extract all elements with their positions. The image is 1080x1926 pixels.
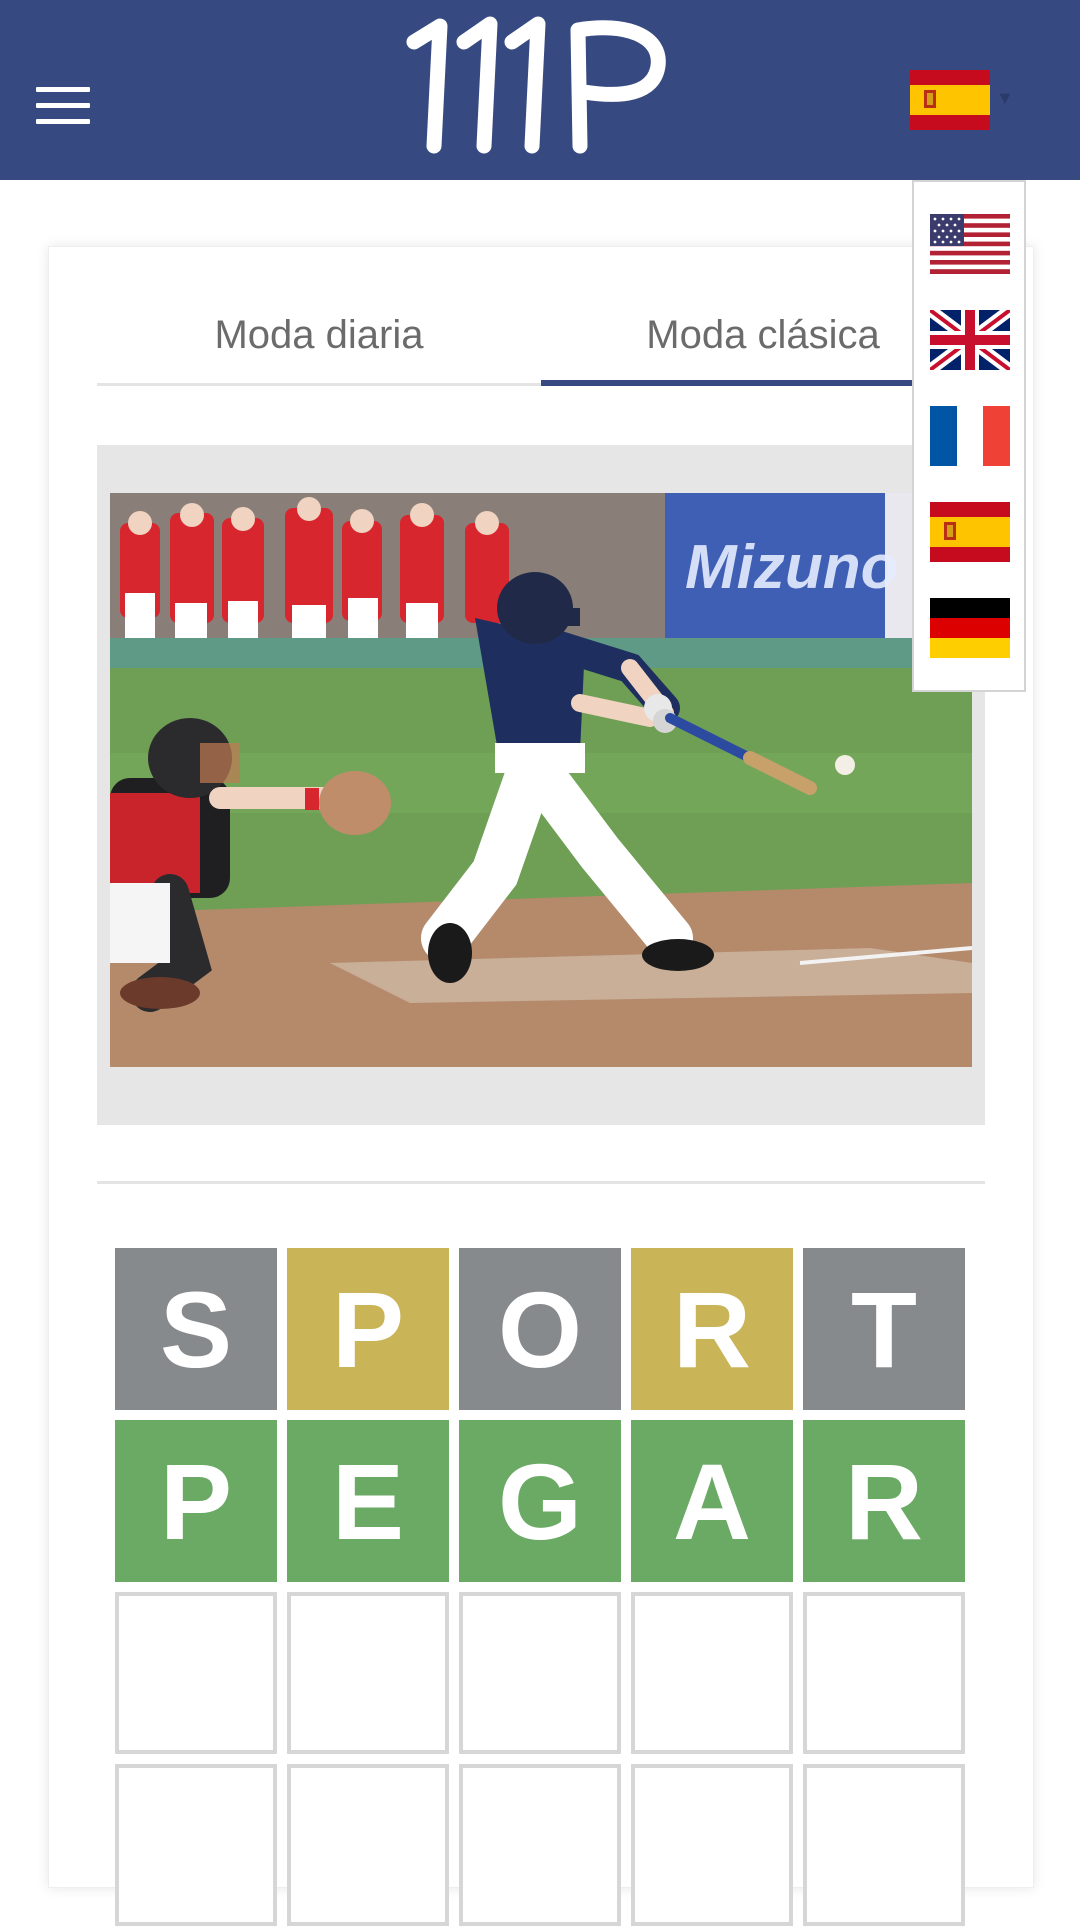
grid-row [115,1764,975,1926]
clue-image-panel: Mizuno [97,445,985,1125]
grid-row: S P O R T [115,1248,975,1410]
tab-daily-mode[interactable]: Moda diaria [97,287,541,383]
grid-row: P E G A R [115,1420,975,1582]
game-card: Moda diaria Moda clásica Mizuno S P O R … [48,246,1034,1926]
empty-tile [287,1764,449,1926]
language-dropdown-menu [912,180,1026,692]
empty-tile [803,1764,965,1926]
germany-flag-icon[interactable] [930,598,1010,658]
baseball-batter-photo: Mizuno [110,493,972,1067]
caret-down-icon: ▼ [996,88,1014,108]
france-flag-icon[interactable] [930,406,1010,466]
language-selector[interactable]: ▼ [910,70,1015,132]
letter-tile: R [631,1248,793,1410]
letter-tile: P [115,1420,277,1582]
letter-tile: S [115,1248,277,1410]
empty-tile [115,1592,277,1754]
section-divider [97,1181,985,1184]
grid-row [115,1592,975,1754]
letter-tile: E [287,1420,449,1582]
empty-tile [287,1592,449,1754]
letter-tile: R [803,1420,965,1582]
mode-tabs: Moda diaria Moda clásica [97,287,985,386]
letter-tile: O [459,1248,621,1410]
empty-tile [631,1764,793,1926]
app-header: ▼ [0,0,1080,180]
letter-tile: A [631,1420,793,1582]
app-logo[interactable] [400,14,680,164]
empty-tile [115,1764,277,1926]
empty-tile [459,1592,621,1754]
letter-tile: P [287,1248,449,1410]
letter-tile: G [459,1420,621,1582]
svg-text:Mizuno: Mizuno [685,533,899,602]
spain-flag-icon[interactable] [930,502,1010,562]
empty-tile [631,1592,793,1754]
empty-tile [459,1764,621,1926]
usa-flag-icon[interactable] [930,214,1010,274]
uk-flag-icon[interactable] [930,310,1010,370]
hamburger-menu-icon[interactable] [36,87,90,125]
spain-flag-icon [910,70,990,130]
empty-tile [803,1592,965,1754]
letter-tile: T [803,1248,965,1410]
